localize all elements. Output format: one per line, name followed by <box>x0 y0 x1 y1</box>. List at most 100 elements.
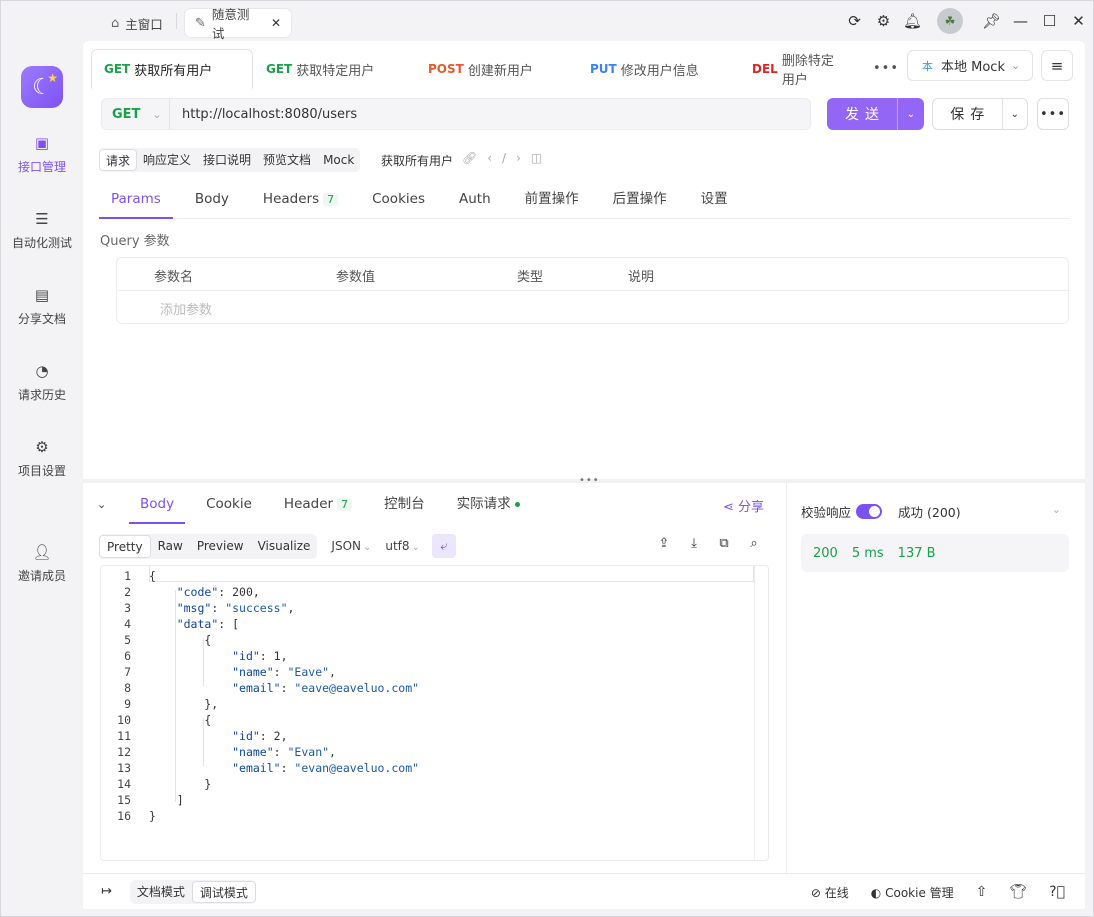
code-line: { <box>149 633 212 647</box>
upload-icon[interactable]: ⇧ <box>976 884 988 900</box>
format-visualize[interactable]: Visualize <box>251 535 318 558</box>
tab-active[interactable]: ✎ 随意测试 ✕ <box>185 7 291 41</box>
view-mode-preview[interactable]: 预览文档 <box>257 149 317 171</box>
tab-settings[interactable]: 设置 <box>689 179 740 219</box>
method-badge: DEL <box>752 62 778 76</box>
format-mode-switch: Pretty Raw Preview Visualize <box>99 533 318 559</box>
sidebar-item-automation[interactable]: ☰ 自动化测试 <box>1 210 83 251</box>
online-status[interactable]: ⊘ 在线 <box>811 884 849 901</box>
code-line: "email": "eave@eaveluo.com" <box>232 681 420 695</box>
expand-sidebar-icon[interactable]: ↦ <box>101 884 112 899</box>
scrollbar[interactable] <box>754 566 768 860</box>
sidebar-item-share-doc[interactable]: ▤ 分享文档 <box>1 286 83 327</box>
sidebar-item-invite[interactable]: 👤︎ 邀请成员 <box>1 543 83 584</box>
format-raw[interactable]: Raw <box>151 535 190 558</box>
chevron-down-icon[interactable]: ⌄ <box>1001 99 1027 129</box>
pin-icon[interactable]: 📌︎ <box>977 1 1006 41</box>
close-tab-icon[interactable]: ✕ <box>271 16 281 30</box>
request-tab[interactable]: POST 创建新用户 <box>415 49 577 89</box>
request-tab-label: 修改用户信息 <box>620 63 699 79</box>
theme-icon[interactable]: 👕︎ <box>1009 884 1027 900</box>
url-input[interactable]: http://localhost:8080/users <box>170 107 357 122</box>
copy-icon[interactable]: ⧉ <box>709 536 739 551</box>
header-count-badge: 7 <box>337 498 353 511</box>
avatar[interactable]: ☘ <box>937 8 963 34</box>
help-icon[interactable]: ?⃝ <box>1049 884 1065 900</box>
encoding-select[interactable]: utf8 ⌄ <box>385 539 420 553</box>
sidebar-item-label: 接口管理 <box>17 160 66 174</box>
validation-status: 成功 (200) <box>898 505 961 520</box>
sync-icon[interactable]: ⟳ <box>840 1 869 41</box>
save-button[interactable]: 保存 ⌄ <box>932 98 1028 130</box>
menu-icon[interactable]: ≡ <box>1041 50 1073 81</box>
tab-home[interactable]: ⌂ 主窗口 <box>101 9 173 37</box>
collapse-icon[interactable]: ⌄ <box>97 498 117 511</box>
tab-pre-actions[interactable]: 前置操作 <box>513 179 591 219</box>
method-select[interactable]: GET ⌄ <box>102 99 170 129</box>
tab-response-header[interactable]: Header 7 <box>273 484 363 524</box>
search-icon[interactable]: ⌕ <box>739 536 769 551</box>
tab-post-actions[interactable]: 后置操作 <box>601 179 679 219</box>
panel-icon[interactable]: ◫ <box>531 151 552 165</box>
view-mode-api-doc[interactable]: 接口说明 <box>197 149 257 171</box>
tab-body[interactable]: Body <box>183 179 241 219</box>
link-icon[interactable]: 🔗︎ <box>462 151 487 165</box>
request-tab[interactable]: DEL 删除特定用户 <box>739 49 859 89</box>
request-tab[interactable]: GET 获取所有用户 <box>91 49 253 89</box>
chevron-down-icon: ⌄ <box>152 107 162 121</box>
validation-label: 校验响应 <box>801 505 852 520</box>
code-line: "email": "evan@eaveluo.com" <box>232 761 420 775</box>
tab-response-body[interactable]: Body <box>129 484 186 524</box>
tab-console[interactable]: 控制台 <box>373 484 436 524</box>
export-icon[interactable]: ⇪ <box>649 536 679 551</box>
environment-label: 本地 Mock <box>941 60 1005 75</box>
line-number: 3 <box>124 601 131 615</box>
encoding-value: utf8 <box>385 539 410 553</box>
download-icon[interactable]: ⤓ <box>679 536 709 551</box>
view-mode-request[interactable]: 请求 <box>99 149 138 171</box>
more-actions-icon[interactable]: ••• <box>1037 98 1069 130</box>
add-param-input[interactable]: 添加参数 <box>160 299 212 318</box>
chevron-down-icon[interactable]: ⌄ <box>1052 503 1061 516</box>
response-code-view[interactable]: 1 2 3 4 5 6 7 8 9 10 11 12 13 14 15 16 { "code": 200, "… <box>100 565 769 861</box>
tab-cookies[interactable]: Cookies <box>360 179 437 219</box>
view-mode-mock[interactable]: Mock <box>317 149 360 171</box>
validation-toggle[interactable] <box>856 504 883 519</box>
request-tab[interactable]: GET 获取特定用户 <box>253 49 415 89</box>
format-preview[interactable]: Preview <box>190 535 251 558</box>
tab-response-cookie[interactable]: Cookie <box>195 484 263 524</box>
tab-params[interactable]: Params <box>99 179 173 219</box>
environment-select[interactable]: 本 本地 Mock ⌄ <box>907 50 1033 81</box>
gear-icon[interactable]: ⚙ <box>869 1 898 41</box>
code-line: { <box>149 569 156 583</box>
minimize-icon[interactable]: — <box>1006 1 1035 41</box>
sidebar-item-project-settings[interactable]: ⚙ 项目设置 <box>1 438 83 479</box>
tab-active-label: 随意测试 <box>211 7 250 41</box>
sidebar-item-label: 请求历史 <box>17 388 66 402</box>
send-button[interactable]: 发送 ⌄ <box>827 98 924 130</box>
method-badge: PUT <box>590 62 617 76</box>
format-type-select[interactable]: JSON ⌄ <box>331 539 371 553</box>
format-pretty[interactable]: Pretty <box>99 534 151 558</box>
debug-mode-tab[interactable]: 调试模式 <box>191 880 256 903</box>
doc-mode-tab[interactable]: 文档模式 <box>130 881 192 903</box>
close-window-icon[interactable]: ✕ <box>1064 1 1093 41</box>
more-tabs-icon[interactable]: ••• <box>873 61 899 76</box>
tab-headers[interactable]: Headers 7 <box>251 179 350 219</box>
cookie-manager[interactable]: ◐ Cookie 管理 <box>871 884 954 901</box>
code-icon[interactable]: ‹/› <box>487 151 531 165</box>
line-number: 13 <box>117 761 131 775</box>
share-button[interactable]: ⋖ 分享 <box>723 496 764 515</box>
query-params-label: Query 参数 <box>100 234 170 249</box>
sidebar-item-api[interactable]: ▣ 接口管理 <box>1 134 83 175</box>
maximize-icon[interactable]: ☐ <box>1035 1 1064 41</box>
sidebar-item-history[interactable]: ◔ 请求历史 <box>1 362 83 403</box>
chevron-down-icon[interactable]: ⌄ <box>897 98 924 130</box>
view-mode-response-def[interactable]: 响应定义 <box>137 149 197 171</box>
tab-auth[interactable]: Auth <box>447 179 503 219</box>
share-doc-icon: ▤ <box>34 286 50 304</box>
tab-actual-request[interactable]: 实际请求 <box>446 484 531 524</box>
bell-icon[interactable]: 🔔︎ <box>898 1 927 41</box>
request-tab[interactable]: PUT 修改用户信息 <box>577 49 739 89</box>
word-wrap-icon[interactable]: ⤶ <box>431 534 456 558</box>
